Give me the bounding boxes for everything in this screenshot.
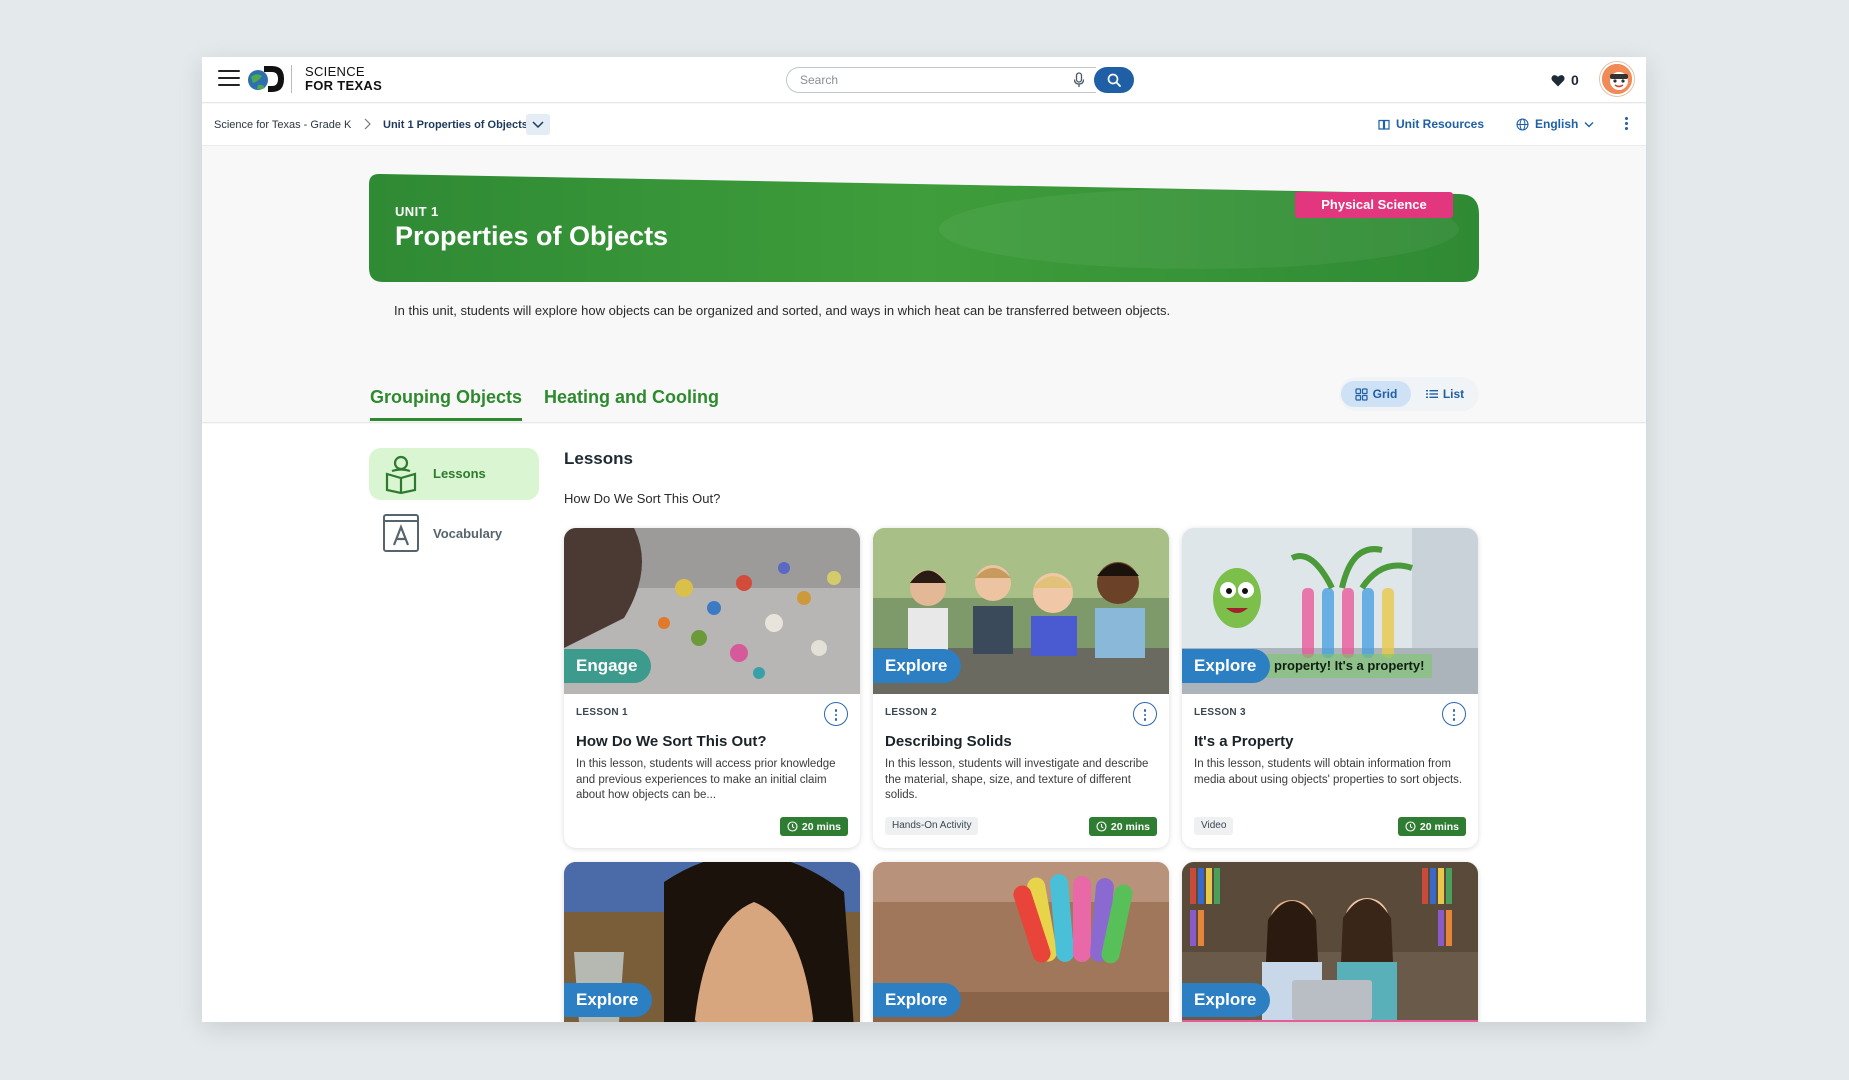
lessons-content: Lessons Vocabulary Lessons How Do We Sor…	[202, 424, 1646, 1022]
book-open-icon	[1378, 119, 1390, 130]
resource-type-chip: Video	[1194, 817, 1234, 835]
favorites-count: 0	[1571, 72, 1579, 88]
brand-line-1: SCIENCE	[305, 64, 365, 79]
resource-type-chip: Hands-On Activity	[885, 817, 979, 835]
top-header: SCIENCE FOR TEXAS 0	[202, 57, 1646, 103]
unit-title: Properties of Objects	[395, 221, 669, 251]
search-button[interactable]	[1094, 67, 1134, 93]
duration-label: 20 mins	[1110, 820, 1150, 833]
lesson-thumbnail: Explore	[873, 862, 1169, 1022]
more-vertical-icon[interactable]	[1442, 702, 1466, 726]
duration-label: 20 mins	[1419, 820, 1459, 833]
menu-icon[interactable]	[218, 70, 240, 88]
lesson-card[interactable]: property! It's a property! Explore LESSO…	[1182, 528, 1478, 848]
lesson-title: It's a Property	[1194, 733, 1294, 750]
phase-badge: Explore	[564, 983, 653, 1017]
subject-tag: Physical Science	[1295, 192, 1453, 218]
video-caption: property! It's a property!	[1266, 654, 1433, 678]
more-vertical-icon[interactable]	[824, 702, 848, 726]
view-toggle: Grid List	[1339, 377, 1479, 411]
sidebar-item-vocabulary-label: Vocabulary	[433, 526, 503, 541]
mic-icon[interactable]	[1072, 72, 1086, 88]
app-window: SCIENCE FOR TEXAS 0	[202, 57, 1646, 1022]
list-label: List	[1442, 387, 1465, 401]
phase-badge: Explore	[873, 983, 962, 1017]
grid-icon	[1355, 387, 1368, 401]
section-subtitle: How Do We Sort This Out?	[564, 491, 721, 506]
lesson-card[interactable]: Explore	[873, 862, 1169, 1022]
unit-banner: UNIT 1 Properties of Objects Physical Sc…	[369, 174, 1479, 282]
lesson-card[interactable]: Explore	[564, 862, 860, 1022]
list-view-button[interactable]: List	[1415, 381, 1475, 407]
breadcrumb-grade[interactable]: Science for Texas - Grade K	[214, 119, 351, 131]
chevron-right-icon	[364, 118, 371, 130]
user-avatar[interactable]	[1600, 62, 1634, 96]
sidebar-item-lessons[interactable]: Lessons	[369, 448, 539, 500]
search-icon	[1107, 73, 1121, 87]
duration-badge: 20 mins	[1088, 817, 1157, 836]
lesson-thumbnail: Explore	[564, 862, 860, 1022]
language-label: English	[1535, 117, 1579, 131]
clock-icon	[1405, 821, 1416, 832]
phase-badge: Engage	[564, 649, 652, 683]
phase-badge: Explore	[1182, 649, 1271, 683]
lesson-description: In this lesson, students will investigat…	[885, 758, 1149, 801]
favorites-button[interactable]: 0	[1551, 71, 1579, 89]
chevron-down-icon	[532, 121, 544, 129]
lesson-thumbnail: Engage	[564, 528, 860, 694]
unit-dropdown-button[interactable]	[526, 114, 550, 135]
reading-student-icon	[385, 455, 417, 494]
grid-label: Grid	[1372, 387, 1398, 401]
lesson-card[interactable]: Engage LESSON 1 How Do We Sort This Out?…	[564, 528, 860, 848]
sidebar-item-vocabulary[interactable]: Vocabulary	[369, 510, 539, 556]
lesson-card[interactable]: Explore LESSON 2 Describing Solids In th…	[873, 528, 1169, 848]
phase-badge: Explore	[873, 649, 962, 683]
duration-badge: 20 mins	[779, 817, 848, 836]
more-vertical-icon[interactable]	[1622, 117, 1630, 133]
brand-name[interactable]: SCIENCE FOR TEXAS	[305, 65, 382, 93]
lesson-number: LESSON 1	[576, 707, 628, 718]
lesson-number: LESSON 2	[885, 707, 937, 718]
logo-divider	[291, 65, 292, 93]
lesson-number: LESSON 3	[1194, 707, 1246, 718]
section-title: Lessons	[564, 449, 633, 468]
unit-resources-link[interactable]: Unit Resources	[1378, 117, 1484, 131]
brand-line-2: FOR TEXAS	[305, 78, 383, 93]
tab-heating-and-cooling[interactable]: Heating and Cooling	[544, 387, 719, 408]
grid-view-button[interactable]: Grid	[1341, 381, 1411, 407]
clock-icon	[787, 821, 798, 832]
lesson-thumbnail: Explore	[1182, 862, 1478, 1022]
avatar-illustration	[1602, 64, 1632, 94]
lesson-thumbnail: Explore	[873, 528, 1169, 694]
chevron-down-icon	[1584, 121, 1594, 127]
lesson-description: In this lesson, students will access pri…	[576, 758, 836, 801]
more-vertical-icon[interactable]	[1133, 702, 1157, 726]
phase-badge: Explore	[1182, 983, 1271, 1017]
heart-icon	[1551, 74, 1565, 86]
list-icon	[1425, 390, 1438, 398]
lesson-title: Describing Solids	[885, 733, 1012, 750]
unit-resources-label: Unit Resources	[1396, 117, 1485, 131]
unit-description: In this unit, students will explore how …	[394, 303, 1171, 318]
unit-number: UNIT 1	[395, 204, 439, 219]
breadcrumb-bar: Science for Texas - Grade K Unit 1 Prope…	[202, 104, 1646, 146]
clock-icon	[1096, 821, 1107, 832]
search-input[interactable]	[786, 67, 1096, 93]
lesson-title: How Do We Sort This Out?	[576, 733, 767, 750]
search-bar	[786, 67, 1134, 93]
duration-label: 20 mins	[801, 820, 841, 833]
lesson-thumbnail: property! It's a property! Explore	[1182, 528, 1478, 694]
discovery-education-logo[interactable]	[246, 62, 286, 98]
duration-badge: 20 mins	[1397, 817, 1466, 836]
globe-icon	[1516, 117, 1529, 131]
vocabulary-book-icon	[383, 514, 419, 552]
lesson-description: In this lesson, students will obtain inf…	[1194, 758, 1463, 786]
language-selector[interactable]: English	[1516, 117, 1594, 131]
lesson-card[interactable]: Explore	[1182, 862, 1478, 1022]
concept-tabs: Grouping Objects Heating and Cooling Gri…	[202, 357, 1646, 423]
breadcrumb-unit: Unit 1 Properties of Objects	[383, 119, 528, 131]
tab-grouping-objects[interactable]: Grouping Objects	[370, 387, 523, 421]
sidebar-item-lessons-label: Lessons	[433, 466, 486, 481]
